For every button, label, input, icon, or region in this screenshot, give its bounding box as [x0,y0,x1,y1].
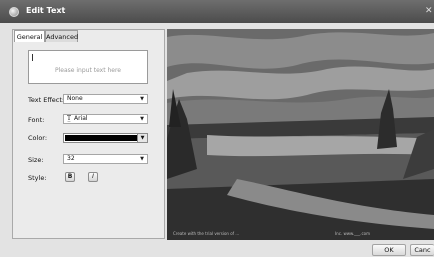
color-swatch [65,135,138,141]
font-select[interactable]: T̲ Arial ▼ [63,114,148,124]
text-caret [32,54,33,61]
size-select[interactable]: 32 ▼ [63,154,148,164]
color-picker[interactable]: ▼ [63,133,148,143]
color-label: Color: [28,134,48,142]
watermark-text: Create with the trial version of ... [173,231,239,236]
text-effect-select[interactable]: None ▼ [63,94,148,104]
color-dropdown-icon[interactable]: ▼ [137,134,147,142]
watermark-text-right: Inc. www.___.com [335,231,370,236]
font-glyph-icon: T̲ [67,115,72,122]
close-icon[interactable]: ✕ [425,6,434,16]
chevron-down-icon: ▼ [140,116,144,122]
edit-text-dialog: Edit Text ✕ General Advanced Please inpu… [0,0,434,257]
chevron-down-icon: ▼ [140,156,144,162]
tab-general[interactable]: General [14,30,45,42]
text-input[interactable]: Please input text here [28,50,148,84]
window-title: Edit Text [26,6,66,15]
font-value: Arial [74,115,88,122]
italic-button[interactable]: I [88,172,98,182]
text-input-placeholder: Please input text here [55,67,121,74]
style-label: Style: [28,174,47,182]
font-label: Font: [28,116,45,124]
tab-advanced[interactable]: Advanced [45,30,78,42]
cancel-button[interactable]: Canc [410,244,434,256]
size-label: Size: [28,156,44,164]
ok-button[interactable]: OK [372,244,406,256]
size-value: 32 [67,155,75,162]
title-bar[interactable]: Edit Text ✕ [0,0,434,23]
text-effect-value: None [67,95,83,102]
landscape-image: Create with the trial version of ... Inc… [167,29,434,240]
text-effect-label: Text Effect: [28,96,65,104]
bold-button[interactable]: B [65,172,75,182]
app-icon [9,7,19,17]
chevron-down-icon: ▼ [140,96,144,102]
preview-image: Create with the trial version of ... Inc… [167,29,434,240]
